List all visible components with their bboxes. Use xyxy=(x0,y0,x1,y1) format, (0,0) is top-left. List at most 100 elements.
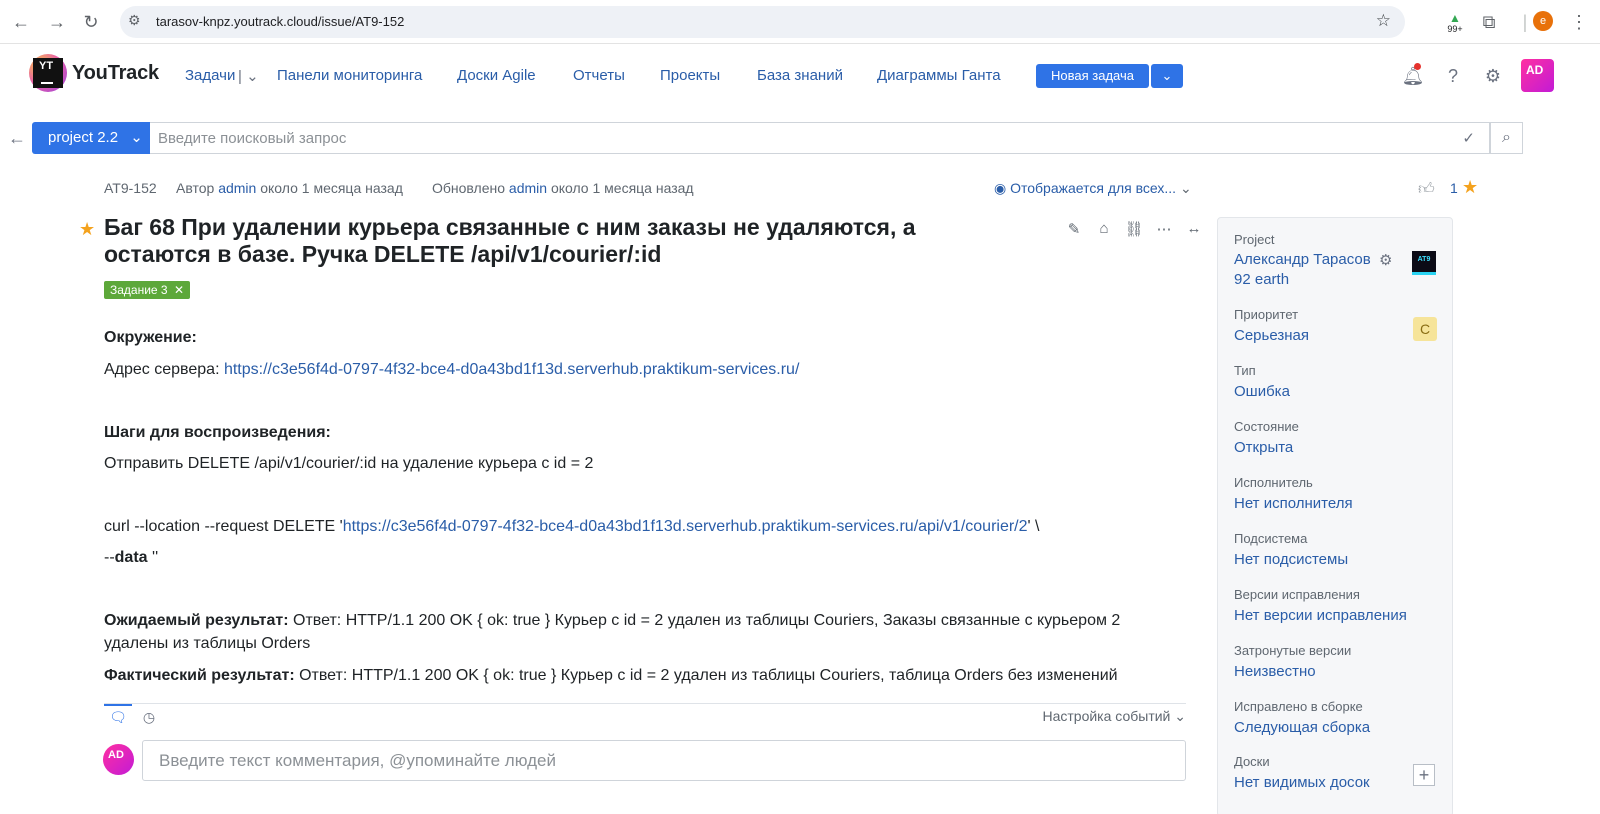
link-icon[interactable]: ⛓ xyxy=(1124,220,1144,240)
field-value-affected-versions[interactable]: Неизвестно xyxy=(1234,663,1316,680)
back-icon[interactable]: ← xyxy=(10,11,32,33)
expected-label: Ожидаемый результат: xyxy=(104,612,289,629)
nav-projects[interactable]: Проекты xyxy=(660,67,720,84)
project-settings-gear-icon[interactable]: ⚙ xyxy=(1379,251,1392,269)
vote-thumb-icon[interactable]: 👍︎ xyxy=(1418,180,1435,199)
issue-title[interactable]: Баг 68 При удалении курьера связанные с … xyxy=(104,214,1004,268)
star-icon[interactable]: ★ xyxy=(79,219,95,240)
server-url-link[interactable]: https://c3e56f4d-0797-4f32-bce4-d0a43bd1… xyxy=(224,361,799,378)
browser-toolbar: ← → ↻ ⚙ tarasov-knpz.youtrack.cloud/issu… xyxy=(0,0,1600,44)
issue-tag[interactable]: Задание 3 ✕ xyxy=(104,281,191,299)
nav-knowledge-base[interactable]: База знаний xyxy=(757,67,843,84)
created-time: около 1 месяца назад xyxy=(260,180,403,196)
reload-icon[interactable]: ↻ xyxy=(80,11,102,33)
search-row: ← project 2.2 ⌄ ✓ ⌕ xyxy=(0,122,1600,156)
field-value-subsystem[interactable]: Нет подсистемы xyxy=(1234,551,1348,568)
field-label-project: Project xyxy=(1234,232,1275,247)
curl-line: curl --location --request DELETE 'https:… xyxy=(104,516,1039,538)
comments-tab[interactable]: 🗨︎ xyxy=(104,704,132,726)
site-info-icon[interactable]: ⚙ xyxy=(128,12,141,29)
notification-dot xyxy=(1414,63,1421,70)
field-label-fixed-in-build: Исправлено в сборке xyxy=(1234,699,1363,714)
field-value-type[interactable]: Ошибка xyxy=(1234,383,1290,400)
field-label-state: Состояние xyxy=(1234,419,1299,434)
edit-pencil-icon[interactable]: ✎ xyxy=(1064,220,1084,240)
expand-width-icon[interactable]: ↔ xyxy=(1184,220,1204,240)
tag-remove-icon[interactable]: ✕ xyxy=(174,283,184,297)
nav-agile-boards[interactable]: Доски Agile xyxy=(457,67,536,84)
field-label-assignee: Исполнитель xyxy=(1234,475,1313,490)
activity-tabs: 🗨︎ ◷ Настройка событий ⌄ xyxy=(104,703,1186,727)
curl-data-line: --data '' xyxy=(104,547,158,569)
address-url[interactable]: tarasov-knpz.youtrack.cloud/issue/AT9-15… xyxy=(156,14,404,29)
field-value-fixed-in-build[interactable]: Следующая сборка xyxy=(1234,719,1370,736)
watch-star-icon[interactable]: ★ xyxy=(1462,177,1478,198)
back-arrow-icon[interactable]: ← xyxy=(6,128,28,150)
saved-search-check-icon[interactable]: ✓ xyxy=(1462,129,1475,147)
nav-gantt-charts[interactable]: Диаграммы Ганта xyxy=(877,67,1001,84)
tag-icon[interactable]: ⌂ xyxy=(1094,220,1114,240)
browser-menu-icon[interactable]: ⋮ xyxy=(1568,11,1590,33)
field-value-project-line2[interactable]: 92 earth xyxy=(1234,271,1289,288)
more-actions-icon[interactable]: ⋯ xyxy=(1154,220,1174,240)
field-value-priority[interactable]: Серьезная xyxy=(1234,327,1309,344)
extension-icon[interactable]: ▲ 99+ xyxy=(1442,12,1468,34)
curl-url-link[interactable]: https://c3e56f4d-0797-4f32-bce4-d0a43bd1… xyxy=(343,518,1028,535)
extensions-puzzle-icon[interactable]: ⧉ xyxy=(1478,11,1500,33)
issue-id-link[interactable]: AT9-152 xyxy=(104,180,157,196)
field-label-affected-versions: Затронутые версии xyxy=(1234,643,1352,658)
visibility-button[interactable]: ◉ Отображается для всех... ⌄ xyxy=(994,180,1192,197)
add-board-button[interactable]: + xyxy=(1413,764,1435,786)
field-value-assignee[interactable]: Нет исполнителя xyxy=(1234,495,1353,512)
actual-result-line: Фактический результат: Ответ: HTTP/1.1 2… xyxy=(104,665,1118,687)
nav-reports[interactable]: Отчеты xyxy=(573,67,625,84)
app-name[interactable]: YouTrack xyxy=(72,62,159,85)
profile-avatar[interactable]: e xyxy=(1533,11,1553,31)
comment-box xyxy=(142,740,1186,781)
updated-prefix: Обновлено xyxy=(432,180,506,196)
youtrack-logo-mark[interactable]: YT xyxy=(33,58,63,88)
field-value-fix-versions[interactable]: Нет версии исправления xyxy=(1234,607,1407,624)
chevron-down-icon: ⌄ xyxy=(1174,708,1186,724)
comment-input[interactable] xyxy=(143,741,1185,780)
commenter-avatar: AD xyxy=(103,744,134,775)
field-value-boards[interactable]: Нет видимых досок xyxy=(1234,774,1370,791)
field-label-boards: Доски xyxy=(1234,754,1270,769)
search-context-label: project 2.2 xyxy=(48,129,119,146)
forward-icon[interactable]: → xyxy=(46,11,68,33)
search-input[interactable] xyxy=(150,123,1430,153)
bookmark-star-icon[interactable]: ☆ xyxy=(1376,11,1391,31)
updater-link[interactable]: admin xyxy=(509,180,547,196)
search-button[interactable]: ⌕ xyxy=(1490,122,1523,154)
project-logo: AT9 xyxy=(1412,251,1436,275)
help-icon[interactable]: ? xyxy=(1441,64,1465,88)
settings-gear-icon[interactable]: ⚙ xyxy=(1481,64,1505,88)
nav-issues[interactable]: Задачи xyxy=(185,67,235,84)
search-context-button[interactable]: project 2.2 ⌄ xyxy=(32,122,150,154)
issue-fields-panel: Project Александр Тарасов 92 earth ⚙ AT9… xyxy=(1217,217,1453,814)
new-issue-dropdown-button[interactable]: ⌄ xyxy=(1151,64,1183,88)
eye-icon: ◉ xyxy=(994,180,1007,196)
env-heading: Окружение: xyxy=(104,327,197,349)
server-line: Адрес сервера: https://c3e56f4d-0797-4f3… xyxy=(104,359,799,381)
new-issue-button[interactable]: Новая задача xyxy=(1036,64,1149,88)
expected-result-line-2: удалены из таблицы Orders xyxy=(104,635,311,652)
actual-text: Ответ: HTTP/1.1 200 OK { ok: true } Курь… xyxy=(294,667,1118,684)
notifications-bell-icon[interactable]: 🔔︎ xyxy=(1401,64,1425,88)
address-bar[interactable]: ⚙ tarasov-knpz.youtrack.cloud/issue/AT9-… xyxy=(120,6,1405,38)
field-value-project[interactable]: Александр Тарасов xyxy=(1234,251,1371,268)
nav-dashboards[interactable]: Панели мониторинга xyxy=(277,67,422,84)
expected-result-line: Ожидаемый результат: Ответ: HTTP/1.1 200… xyxy=(104,610,1120,632)
history-tab[interactable]: ◷ xyxy=(138,706,160,728)
vote-count[interactable]: 1 xyxy=(1450,180,1458,196)
author-link[interactable]: admin xyxy=(218,180,256,196)
search-box: ✓ xyxy=(150,122,1490,154)
field-value-state[interactable]: Открыта xyxy=(1234,439,1293,456)
steps-heading-text: Шаги для воспроизведения: xyxy=(104,424,331,441)
nav-issues-dropdown-icon[interactable]: | ⌄ xyxy=(238,67,259,85)
comment-icon: 🗨︎ xyxy=(109,709,127,725)
step-1: Отправить DELETE /api/v1/courier/:id на … xyxy=(104,455,594,472)
event-settings-dropdown[interactable]: Настройка событий ⌄ xyxy=(1042,708,1186,725)
user-avatar[interactable]: AD xyxy=(1521,59,1554,92)
data-prefix: -- xyxy=(104,549,115,566)
